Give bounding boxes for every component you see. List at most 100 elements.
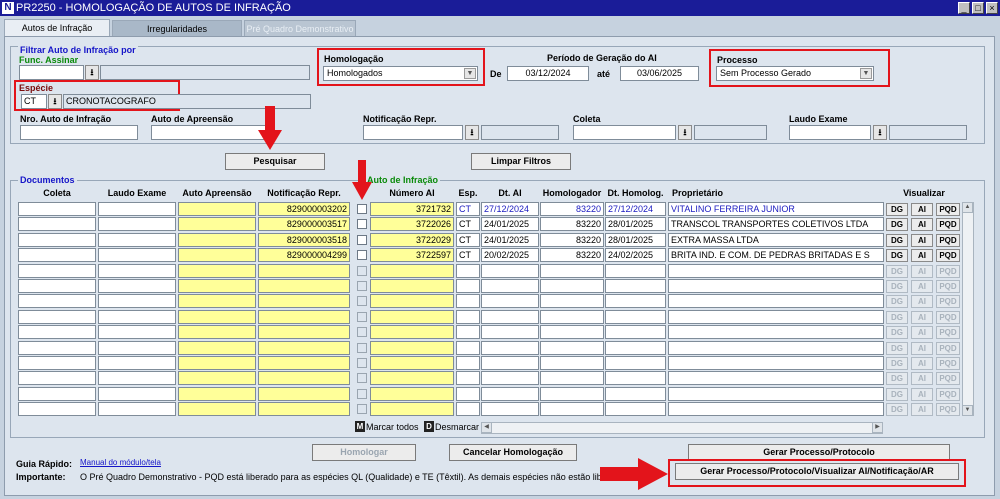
cell-homologador[interactable] [540,310,604,324]
cell-coleta[interactable] [18,248,96,262]
cell-notificacao[interactable] [258,325,350,339]
cell-numero-ai[interactable] [370,402,454,416]
cell-homologador[interactable] [540,341,604,355]
cell-auto-apreensao[interactable] [178,248,256,262]
cell-laudo[interactable] [98,294,176,308]
cell-laudo[interactable] [98,325,176,339]
cell-dt-homolog[interactable]: 28/01/2025 [605,233,666,247]
vertical-scrollbar[interactable] [962,202,974,416]
cell-esp[interactable] [456,356,480,370]
cell-dt-ai[interactable]: 20/02/2025 [481,248,539,262]
cell-notificacao[interactable]: 829000003517 [258,217,350,231]
cell-laudo[interactable] [98,341,176,355]
cell-laudo[interactable] [98,356,176,370]
cell-proprietario[interactable] [668,294,884,308]
cell-dt-ai[interactable] [481,264,539,278]
cell-proprietario[interactable] [668,310,884,324]
notificacao-input[interactable] [363,125,463,140]
scroll-left-icon[interactable]: ◀ [481,422,492,433]
cell-auto-apreensao[interactable] [178,279,256,293]
cell-esp[interactable]: CT [456,217,480,231]
coleta-input[interactable] [573,125,676,140]
cell-proprietario[interactable] [668,264,884,278]
view-dg-button[interactable]: DG [886,311,908,324]
view-ai-button[interactable]: AI [911,357,933,370]
processo-select[interactable]: Sem Processo Gerado ▼ [716,66,874,81]
close-icon[interactable]: × [986,2,998,14]
tab-autos-de-infracao[interactable]: Autos de Infração [4,19,110,37]
cell-esp[interactable] [456,279,480,293]
cell-proprietario[interactable]: BRITA IND. E COM. DE PEDRAS BRITADAS E S [668,248,884,262]
marcar-key[interactable]: M [355,421,365,432]
desmarcar-key[interactable]: D [424,421,434,432]
cell-esp[interactable]: CT [456,233,480,247]
laudo-input[interactable] [789,125,871,140]
view-dg-button[interactable]: DG [886,388,908,401]
nro-auto-input[interactable] [20,125,138,140]
view-ai-button[interactable]: AI [911,326,933,339]
cell-laudo[interactable] [98,264,176,278]
row-select-checkbox[interactable] [357,312,367,322]
cell-auto-apreensao[interactable] [178,387,256,401]
row-select-checkbox[interactable] [357,266,367,276]
cell-laudo[interactable] [98,371,176,385]
cell-proprietario[interactable] [668,325,884,339]
view-dg-button[interactable]: DG [886,295,908,308]
cell-dt-homolog[interactable]: 24/02/2025 [605,248,666,262]
cell-dt-homolog[interactable] [605,310,666,324]
cell-notificacao[interactable] [258,371,350,385]
cell-dt-ai[interactable] [481,325,539,339]
cell-notificacao[interactable] [258,279,350,293]
cell-numero-ai[interactable] [370,341,454,355]
cell-dt-ai[interactable] [481,371,539,385]
row-select-checkbox[interactable] [357,404,367,414]
cell-coleta[interactable] [18,294,96,308]
cell-dt-ai[interactable]: 24/01/2025 [481,217,539,231]
cell-dt-homolog[interactable] [605,371,666,385]
view-ai-button[interactable]: AI [911,295,933,308]
cell-notificacao[interactable] [258,264,350,278]
cell-dt-homolog[interactable] [605,402,666,416]
coleta-lov-button[interactable]: ⭳ [678,125,692,140]
cell-numero-ai[interactable] [370,294,454,308]
cell-homologador[interactable]: 83220 [540,233,604,247]
cell-notificacao[interactable] [258,310,350,324]
row-select-checkbox[interactable] [357,204,367,214]
cell-homologador[interactable] [540,264,604,278]
row-select-checkbox[interactable] [357,373,367,383]
notificacao-lov-button[interactable]: ⭳ [465,125,479,140]
limpar-filtros-button[interactable]: Limpar Filtros [471,153,571,170]
row-select-checkbox[interactable] [357,343,367,353]
row-select-checkbox[interactable] [357,389,367,399]
view-ai-button[interactable]: AI [911,218,933,231]
laudo-lov-button[interactable]: ⭳ [873,125,887,140]
cell-proprietario[interactable] [668,371,884,385]
minimize-icon[interactable]: _ [958,2,970,14]
cell-homologador[interactable] [540,279,604,293]
cell-dt-ai[interactable] [481,356,539,370]
cell-dt-homolog[interactable] [605,387,666,401]
cell-laudo[interactable] [98,279,176,293]
cell-dt-homolog[interactable]: 28/01/2025 [605,217,666,231]
view-ai-button[interactable]: AI [911,372,933,385]
cell-proprietario[interactable] [668,279,884,293]
cell-notificacao[interactable]: 829000003202 [258,202,350,216]
scroll-down-icon[interactable]: ▼ [962,405,973,416]
row-select-checkbox[interactable] [357,281,367,291]
maximize-icon[interactable]: □ [972,2,984,14]
cell-dt-homolog[interactable] [605,341,666,355]
view-dg-button[interactable]: DG [886,326,908,339]
cell-numero-ai[interactable] [370,356,454,370]
cell-notificacao[interactable] [258,294,350,308]
view-dg-button[interactable]: DG [886,203,908,216]
cell-coleta[interactable] [18,310,96,324]
cell-coleta[interactable] [18,202,96,216]
cell-laudo[interactable] [98,387,176,401]
cell-coleta[interactable] [18,402,96,416]
func-assinar-code-input[interactable] [19,65,84,80]
especie-lov-button[interactable]: ⭳ [48,94,62,109]
tab-irregularidades[interactable]: Irregularidades [112,20,242,36]
cell-homologador[interactable] [540,402,604,416]
cell-auto-apreensao[interactable] [178,325,256,339]
cell-auto-apreensao[interactable] [178,341,256,355]
